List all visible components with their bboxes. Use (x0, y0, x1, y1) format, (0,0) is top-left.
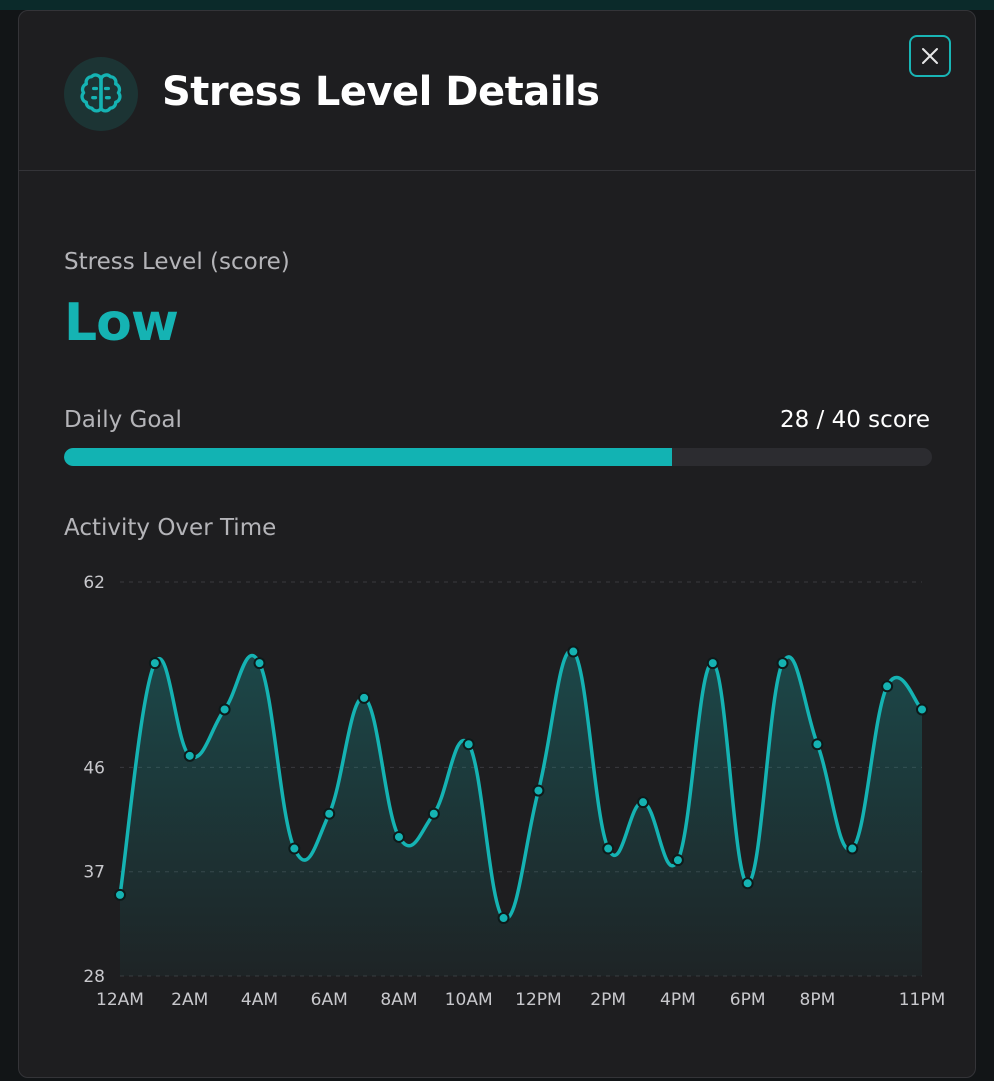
close-icon (922, 48, 938, 64)
data-point[interactable] (881, 680, 894, 693)
y-tick-label: 28 (83, 967, 105, 987)
stress-level-value: Low (64, 293, 179, 353)
x-tick-label: 10AM (445, 990, 493, 1010)
y-tick-label: 46 (83, 758, 105, 778)
daily-goal-value: 28 / 40 score (779, 407, 930, 433)
backdrop-top-bar (0, 0, 994, 10)
data-point[interactable] (497, 912, 510, 925)
data-point[interactable] (741, 877, 754, 890)
x-tick-label: 8PM (800, 990, 836, 1010)
data-point[interactable] (253, 657, 266, 670)
data-point[interactable] (567, 645, 580, 658)
activity-over-time-label: Activity Over Time (64, 515, 277, 541)
data-point[interactable] (776, 657, 789, 670)
data-point[interactable] (602, 842, 615, 855)
activity-chart: 28 37 46 62 12AM 2AM 4AM 6AM 8AM 10AM 12PM 2PM 4PM 6… (83, 573, 946, 1010)
x-tick-label: 2AM (171, 990, 208, 1010)
brain-icon (64, 57, 138, 131)
y-tick-label: 62 (83, 573, 105, 593)
data-point[interactable] (358, 691, 371, 704)
x-tick-label: 6AM (311, 990, 348, 1010)
data-point[interactable] (323, 807, 336, 820)
daily-goal-progress-bar (64, 448, 932, 466)
daily-goal-progress-fill (64, 448, 672, 466)
activity-area (120, 650, 922, 976)
data-point[interactable] (183, 749, 196, 762)
stress-details-modal: Stress Level Details Stress Level (score… (18, 10, 976, 1078)
data-point[interactable] (288, 842, 301, 855)
x-tick-label: 11PM (899, 990, 946, 1010)
data-point[interactable] (671, 854, 684, 867)
data-point[interactable] (811, 738, 824, 751)
x-tick-label: 12AM (96, 990, 144, 1010)
data-point[interactable] (706, 657, 719, 670)
stress-level-label: Stress Level (score) (64, 249, 290, 275)
modal-title: Stress Level Details (162, 69, 600, 115)
x-tick-label: 2PM (590, 990, 626, 1010)
data-point[interactable] (148, 657, 161, 670)
data-point[interactable] (846, 842, 859, 855)
data-point[interactable] (916, 703, 928, 716)
data-point[interactable] (532, 784, 545, 797)
data-point[interactable] (114, 888, 126, 901)
y-tick-label: 37 (83, 863, 105, 883)
close-button[interactable] (909, 35, 951, 77)
x-tick-label: 4PM (660, 990, 696, 1010)
data-point[interactable] (427, 807, 440, 820)
modal-header: Stress Level Details (19, 11, 975, 171)
data-point[interactable] (392, 830, 405, 843)
data-point[interactable] (637, 796, 650, 809)
x-tick-label: 4AM (241, 990, 278, 1010)
daily-goal-label: Daily Goal (64, 407, 182, 433)
x-tick-label: 6PM (730, 990, 766, 1010)
x-tick-label: 12PM (515, 990, 562, 1010)
data-point[interactable] (218, 703, 231, 716)
data-point[interactable] (462, 738, 475, 751)
x-tick-label: 8AM (380, 990, 417, 1010)
